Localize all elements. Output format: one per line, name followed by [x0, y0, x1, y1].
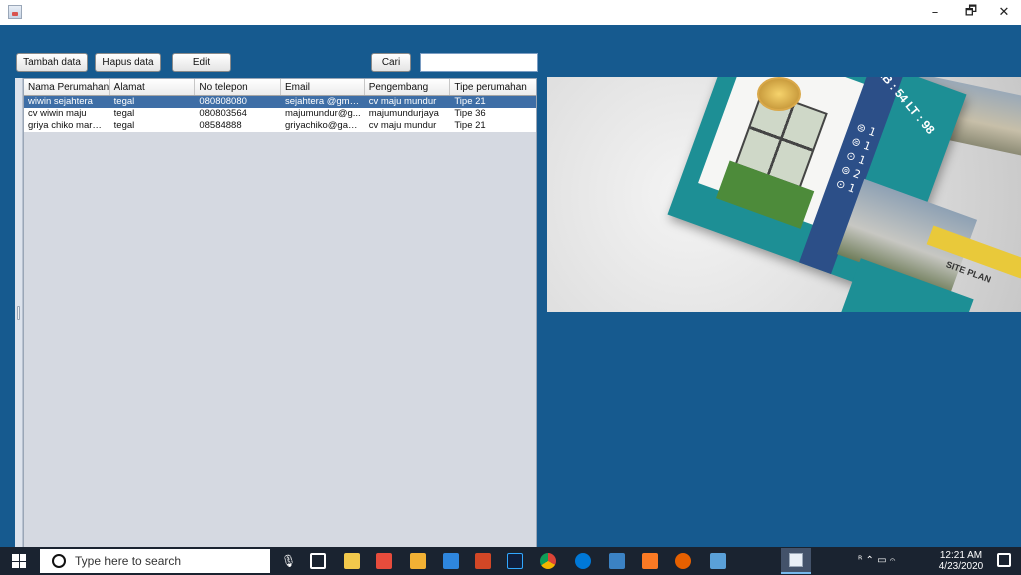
table-cell: cv maju mundur	[368, 96, 437, 107]
edge-icon[interactable]	[575, 553, 591, 569]
column-header-pengembang[interactable]: Pengembang	[365, 79, 451, 95]
search-input[interactable]	[420, 53, 538, 72]
table-cell: 080808080	[199, 96, 247, 107]
table-row[interactable]: cv wiwin maju tegal 080803564 majumundur…	[24, 108, 536, 120]
main-content: Tambah data Hapus data Edit Cari Nama Pe…	[0, 25, 1021, 550]
java-taskbar-app[interactable]	[781, 548, 811, 574]
column-header-email[interactable]: Email	[281, 79, 365, 95]
taskbar-search-box[interactable]: Type here to search	[40, 549, 270, 573]
java-app-icon	[789, 553, 803, 567]
tambah-data-button[interactable]: Tambah data	[16, 53, 88, 72]
window-titlebar: – 🗗 ✕	[0, 0, 1021, 25]
store-icon[interactable]	[344, 553, 360, 569]
housing-table: Nama Perumahan Alamat No telepon Email P…	[23, 78, 537, 550]
system-tray-icons[interactable]: ᴿ ⌃ ▭ 𝄐	[858, 555, 895, 566]
table-cell: griya chiko march...	[28, 120, 110, 131]
table-row[interactable]: wiwin sejahtera tegal 080808080 sejahter…	[24, 96, 536, 108]
table-cell: Tipe 21	[454, 120, 486, 131]
award-badge-icon	[757, 77, 801, 111]
cortana-icon	[52, 554, 66, 568]
table-cell: majumundur@g...	[285, 108, 361, 119]
split-pane-divider[interactable]	[15, 78, 23, 550]
table-cell: Tipe 21	[454, 96, 486, 107]
mail-icon[interactable]	[443, 553, 459, 569]
task-view-icon[interactable]	[310, 553, 326, 569]
notepad-app-icon[interactable]	[710, 553, 726, 569]
notification-icon[interactable]	[997, 553, 1011, 567]
table-cell: cv wiwin maju	[28, 108, 87, 119]
powerpoint-icon[interactable]	[475, 553, 491, 569]
table-cell: majumundurjaya	[368, 108, 439, 119]
edit-button[interactable]: Edit	[172, 53, 231, 72]
table-cell: Tipe 36	[454, 108, 486, 119]
minimize-button[interactable]: –	[918, 0, 952, 25]
table-cell: sejahtera @gmai...	[285, 96, 365, 107]
column-header-alamat[interactable]: Alamat	[110, 79, 196, 95]
table-cell: tegal	[113, 96, 135, 107]
clock-date: 4/23/2020	[938, 561, 984, 572]
table-header: Nama Perumahan Alamat No telepon Email P…	[24, 79, 536, 96]
firefox-icon[interactable]	[675, 553, 691, 569]
microphone-icon[interactable]: 🎙	[281, 554, 296, 568]
windows-start-icon[interactable]	[12, 554, 26, 568]
column-header-tipe[interactable]: Tipe perumahan	[450, 79, 536, 95]
gift-app-icon[interactable]	[376, 553, 392, 569]
cari-button[interactable]: Cari	[371, 53, 411, 72]
table-cell: wiwin sejahtera	[28, 96, 93, 107]
file-explorer-icon[interactable]	[410, 553, 426, 569]
table-cell: tegal	[113, 108, 135, 119]
table-cell: 08584888	[199, 120, 242, 131]
box-app-icon[interactable]	[609, 553, 625, 569]
table-cell: 080803564	[199, 108, 247, 119]
chrome-icon[interactable]	[540, 553, 556, 569]
system-clock[interactable]: 12:21 AM 4/23/2020	[934, 550, 988, 572]
table-cell: cv maju mundur	[368, 120, 437, 131]
table-cell: tegal	[113, 120, 135, 131]
taskbar-search-placeholder: Type here to search	[75, 554, 182, 568]
column-header-telepon[interactable]: No telepon	[195, 79, 282, 95]
brochure-image: LB : 54 LT : 98 ⊜ 1 ⊜ 1 ⊙ 1 ⊜ 2 ⊙ 1 SITE…	[547, 77, 1021, 312]
photoshop-icon[interactable]	[507, 553, 523, 569]
restore-button[interactable]: 🗗	[954, 0, 988, 25]
column-header-nama[interactable]: Nama Perumahan	[24, 79, 110, 95]
hapus-data-button[interactable]: Hapus data	[95, 53, 161, 72]
xampp-icon[interactable]	[642, 553, 658, 569]
java-app-icon	[8, 5, 22, 19]
table-row[interactable]: griya chiko march... tegal 08584888 griy…	[24, 120, 536, 132]
clock-time: 12:21 AM	[939, 550, 983, 561]
windows-taskbar: Type here to search 🎙 ᴿ ⌃ ▭ 𝄐 12:21 AM 4…	[0, 547, 1021, 575]
table-cell: griyachiko@gami...	[285, 120, 365, 131]
splitter-grip-icon[interactable]	[17, 306, 20, 320]
close-button[interactable]: ✕	[987, 0, 1021, 25]
